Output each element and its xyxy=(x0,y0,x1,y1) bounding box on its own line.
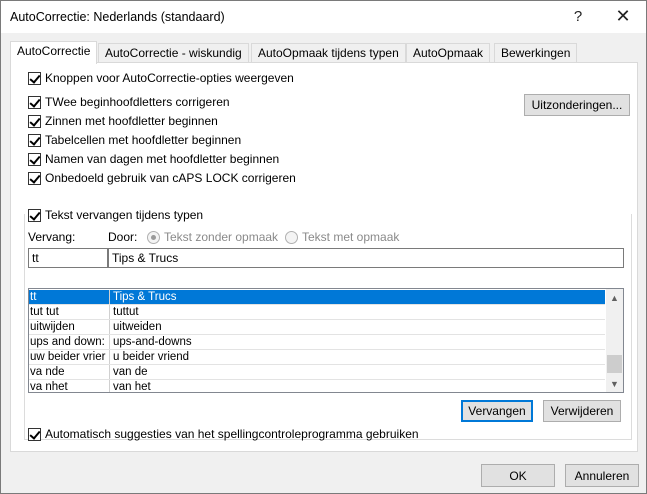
entry-from: ups and down: xyxy=(29,335,110,349)
replacement-list[interactable]: tt Tips & Trucs tut tut tuttut uitwijden… xyxy=(28,288,624,393)
formatted-text-radio[interactable]: Tekst met opmaak xyxy=(285,230,399,244)
tab-bewerkingen[interactable]: Bewerkingen xyxy=(494,43,578,63)
entry-from: tt xyxy=(29,290,110,304)
auto-suggest-checkbox[interactable]: Automatisch suggesties van het spellingc… xyxy=(28,427,419,441)
radio-dot[interactable] xyxy=(285,230,298,244)
replace-label: Vervang: xyxy=(28,230,76,244)
checkbox-box[interactable] xyxy=(28,133,41,147)
plain-text-radio[interactable]: Tekst zonder opmaak xyxy=(147,230,278,244)
ok-button[interactable]: OK xyxy=(481,464,555,487)
formatted-text-label: Tekst met opmaak xyxy=(302,230,400,244)
radio-dot[interactable] xyxy=(147,230,160,244)
tab-autoopmaak[interactable]: AutoOpmaak xyxy=(406,43,491,63)
two-caps-checkbox[interactable]: TWee beginhoofdletters corrigeren xyxy=(28,95,230,109)
with-label: Door: xyxy=(108,230,138,244)
table-caps-checkbox[interactable]: Tabelcellen met hoofdletter beginnen xyxy=(28,133,241,147)
two-caps-label: TWee beginhoofdletters corrigeren xyxy=(45,95,230,109)
sentence-caps-checkbox[interactable]: Zinnen met hoofdletter beginnen xyxy=(28,114,218,128)
caps-lock-label: Onbedoeld gebruik van cAPS LOCK corriger… xyxy=(45,171,296,185)
list-item[interactable]: ups and down: ups-and-downs xyxy=(29,335,605,350)
checkbox-box[interactable] xyxy=(28,427,41,441)
entry-to: Tips & Trucs xyxy=(113,291,177,303)
replace-typing-label: Tekst vervangen tijdens typen xyxy=(45,208,204,222)
replace-button[interactable]: Vervangen xyxy=(461,400,533,422)
entry-to: uitweiden xyxy=(113,321,162,333)
with-input[interactable]: Tips & Trucs xyxy=(108,248,624,268)
entry-from: tut tut xyxy=(29,305,110,319)
list-item[interactable]: va nde van de xyxy=(29,365,605,380)
tab-autocorrectie-wiskundig[interactable]: AutoCorrectie - wiskundig xyxy=(98,43,249,63)
window-title: AutoCorrectie: Nederlands (standaard) xyxy=(10,10,225,24)
scroll-thumb[interactable] xyxy=(607,355,622,373)
close-button[interactable]: ✕ xyxy=(600,1,646,32)
entry-to: ups-and-downs xyxy=(113,336,192,348)
replace-input[interactable]: tt xyxy=(28,248,108,268)
scroll-up-icon[interactable]: ▲ xyxy=(606,289,623,306)
auto-suggest-label: Automatisch suggesties van het spellingc… xyxy=(45,427,419,441)
entry-to: van het xyxy=(113,381,151,393)
scroll-down-icon[interactable]: ▼ xyxy=(606,375,623,392)
title-bar: AutoCorrectie: Nederlands (standaard) ? … xyxy=(1,1,646,33)
day-names-checkbox[interactable]: Namen van dagen met hoofdletter beginnen xyxy=(28,152,279,166)
tab-autoopmaak-tijdens-typen[interactable]: AutoOpmaak tijdens typen xyxy=(251,43,406,63)
list-scrollbar[interactable]: ▲ ▼ xyxy=(606,289,623,392)
entry-from: va nhet xyxy=(29,380,110,392)
help-button[interactable]: ? xyxy=(555,1,601,32)
list-item[interactable]: tt Tips & Trucs xyxy=(29,290,605,305)
checkbox-box[interactable] xyxy=(28,208,41,222)
list-item[interactable]: va nhet van het xyxy=(29,380,605,393)
checkbox-box[interactable] xyxy=(28,152,41,166)
tab-autocorrectie[interactable]: AutoCorrectie xyxy=(10,41,98,64)
list-item[interactable]: uw beider vrier u beider vriend xyxy=(29,350,605,365)
checkbox-box[interactable] xyxy=(28,71,41,85)
delete-button[interactable]: Verwijderen xyxy=(543,400,621,422)
table-caps-label: Tabelcellen met hoofdletter beginnen xyxy=(45,133,242,147)
day-names-label: Namen van dagen met hoofdletter beginnen xyxy=(45,152,280,166)
caps-lock-checkbox[interactable]: Onbedoeld gebruik van cAPS LOCK corriger… xyxy=(28,171,296,185)
entry-from: va nde xyxy=(29,365,110,379)
show-buttons-label: Knoppen voor AutoCorrectie-opties weerge… xyxy=(45,71,294,85)
entry-to: tuttut xyxy=(113,306,139,318)
autocorrect-dialog: AutoCorrectie: Nederlands (standaard) ? … xyxy=(0,0,647,494)
show-buttons-checkbox[interactable]: Knoppen voor AutoCorrectie-opties weerge… xyxy=(28,71,294,85)
entry-from: uitwijden xyxy=(29,320,110,334)
checkbox-box[interactable] xyxy=(28,114,41,128)
checkbox-box[interactable] xyxy=(28,95,41,109)
replace-typing-checkbox[interactable]: Tekst vervangen tijdens typen xyxy=(28,208,208,222)
tab-panel: Knoppen voor AutoCorrectie-opties weerge… xyxy=(10,62,638,452)
entry-to: u beider vriend xyxy=(113,351,190,363)
entry-from: uw beider vrier xyxy=(29,350,110,364)
list-item[interactable]: uitwijden uitweiden xyxy=(29,320,605,335)
exceptions-button[interactable]: Uitzonderingen... xyxy=(524,94,630,116)
sentence-caps-label: Zinnen met hoofdletter beginnen xyxy=(45,114,218,128)
list-item[interactable]: tut tut tuttut xyxy=(29,305,605,320)
checkbox-box[interactable] xyxy=(28,171,41,185)
entry-to: van de xyxy=(113,366,148,378)
plain-text-label: Tekst zonder opmaak xyxy=(164,230,279,244)
cancel-button[interactable]: Annuleren xyxy=(565,464,639,487)
